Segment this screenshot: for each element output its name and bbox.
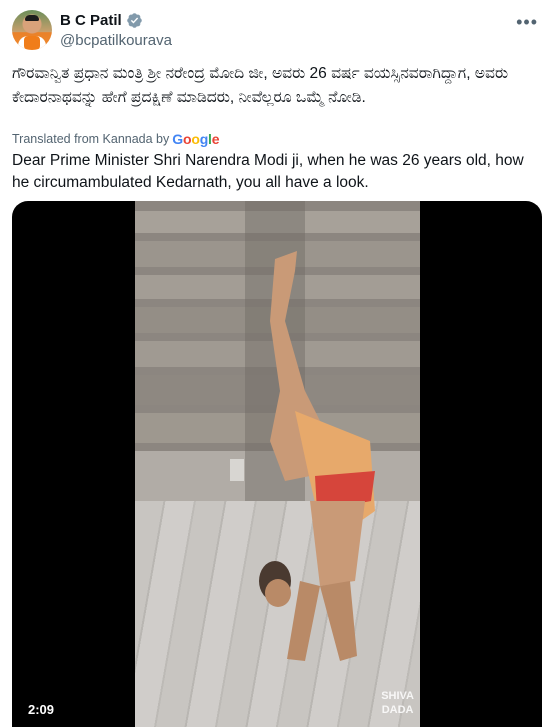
- google-logo: Google: [172, 131, 220, 147]
- post-original-text: ಗೌರವಾನ್ವಿತ ಪ್ರಧಾನ ಮಂತ್ರಿ ಶ್ರೀ ನರೇಂದ್ರ ಮೋ…: [12, 65, 509, 106]
- post-translated-text: Dear Prime Minister Shri Narendra Modi j…: [12, 152, 524, 191]
- verified-badge-icon: [126, 13, 142, 28]
- author-display-name[interactable]: B C Patil: [60, 12, 122, 29]
- translated-label: Translated from Kannada by: [12, 132, 170, 146]
- video-player[interactable]: 2:09 SHIVA DADA: [12, 201, 542, 727]
- more-icon[interactable]: •••: [516, 12, 538, 33]
- video-watermark: SHIVA DADA: [381, 690, 414, 716]
- post-header: B C Patil @bcpatilkourava •••: [10, 10, 542, 54]
- author-name-row: B C Patil: [60, 12, 143, 29]
- translation-attribution[interactable]: Translated from Kannada by Google: [12, 131, 220, 147]
- avatar[interactable]: [12, 10, 52, 50]
- video-frame: [135, 201, 420, 727]
- person-handstand-image: [259, 251, 375, 661]
- video-duration: 2:09: [28, 702, 55, 717]
- author-handle[interactable]: @bcpatilkourava: [60, 32, 172, 49]
